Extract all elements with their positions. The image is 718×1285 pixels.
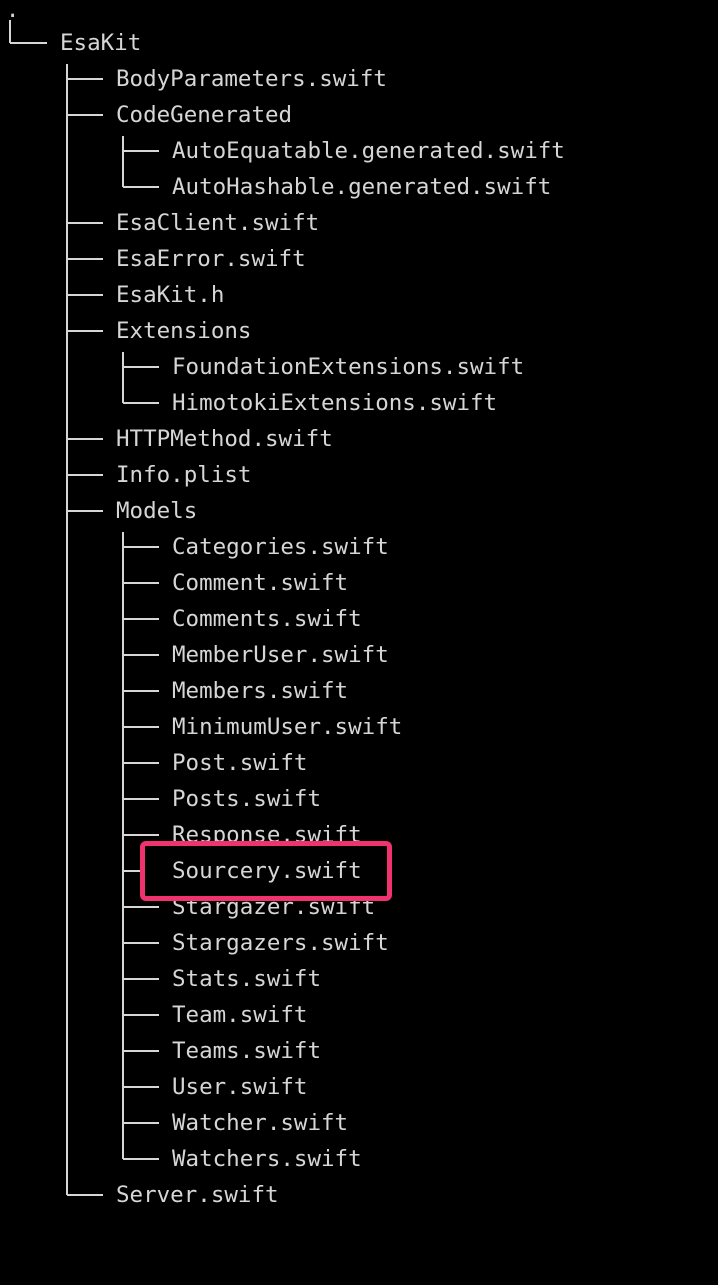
tree-row-foundation-extensions[interactable]: FoundationExtensions.swift bbox=[0, 349, 524, 385]
file-name: Categories.swift bbox=[172, 534, 389, 560]
tree-row-stargazers[interactable]: Stargazers.swift bbox=[0, 925, 389, 961]
file-name: Sourcery.swift bbox=[172, 858, 362, 884]
tree-row-post[interactable]: Post.swift bbox=[0, 745, 307, 781]
folder-name: Models bbox=[116, 498, 198, 524]
file-name: Members.swift bbox=[172, 678, 349, 704]
file-name: User.swift bbox=[172, 1074, 308, 1100]
tree-row-categories[interactable]: Categories.swift bbox=[0, 529, 389, 565]
tree-row-stats[interactable]: Stats.swift bbox=[0, 961, 321, 997]
file-name: Server.swift bbox=[116, 1182, 279, 1208]
tree-row-extensions[interactable]: Extensions bbox=[0, 313, 251, 349]
tree-row-comments[interactable]: Comments.swift bbox=[0, 601, 362, 637]
tree-row-server[interactable]: Server.swift bbox=[0, 1177, 279, 1213]
tree-row-team[interactable]: Team.swift bbox=[0, 997, 307, 1033]
file-name: Posts.swift bbox=[172, 786, 322, 812]
tree-row-watchers[interactable]: Watchers.swift bbox=[0, 1141, 362, 1177]
file-name: AutoEquatable.generated.swift bbox=[172, 138, 565, 164]
file-name: EsaKit.h bbox=[116, 282, 225, 308]
tree-row-esa-error[interactable]: EsaError.swift bbox=[0, 241, 306, 277]
file-name: Stargazers.swift bbox=[172, 930, 389, 956]
tree-row-posts[interactable]: Posts.swift bbox=[0, 781, 321, 817]
file-name: HTTPMethod.swift bbox=[116, 426, 333, 452]
file-name: Watcher.swift bbox=[172, 1110, 349, 1136]
file-name: EsaError.swift bbox=[116, 246, 306, 272]
file-name: BodyParameters.swift bbox=[116, 66, 387, 92]
file-name: FoundationExtensions.swift bbox=[172, 354, 525, 380]
tree-row-himotoki-extensions[interactable]: HimotokiExtensions.swift bbox=[0, 385, 497, 421]
tree-row-watcher[interactable]: Watcher.swift bbox=[0, 1105, 348, 1141]
file-name: Teams.swift bbox=[172, 1038, 322, 1064]
file-name: MinimumUser.swift bbox=[172, 714, 403, 740]
file-name: AutoHashable.generated.swift bbox=[172, 174, 552, 200]
tree-row-user[interactable]: User.swift bbox=[0, 1069, 307, 1105]
tree-row-esakit-h[interactable]: EsaKit.h bbox=[0, 277, 224, 313]
tree-row-member-user[interactable]: MemberUser.swift bbox=[0, 637, 389, 673]
tree-row-esakit[interactable]: EsaKit bbox=[0, 25, 141, 61]
file-name: Watchers.swift bbox=[172, 1146, 362, 1172]
file-name: HimotokiExtensions.swift bbox=[172, 390, 498, 416]
tree-row-esa-client[interactable]: EsaClient.swift bbox=[0, 205, 319, 241]
file-name: Info.plist bbox=[116, 462, 252, 488]
tree-row-code-generated[interactable]: CodeGenerated bbox=[0, 97, 292, 133]
file-name: MemberUser.swift bbox=[172, 642, 389, 668]
tree-row-comment[interactable]: Comment.swift bbox=[0, 565, 348, 601]
folder-name: CodeGenerated bbox=[116, 102, 293, 128]
file-name: Stats.swift bbox=[172, 966, 322, 992]
file-name: EsaClient.swift bbox=[116, 210, 320, 236]
file-name: Post.swift bbox=[172, 750, 308, 776]
tree-row-auto-equatable[interactable]: AutoEquatable.generated.swift bbox=[0, 133, 565, 169]
tree-row-info-plist[interactable]: Info.plist bbox=[0, 457, 251, 493]
file-name: Comment.swift bbox=[172, 570, 349, 596]
tree-row-response[interactable]: Response.swift bbox=[0, 817, 362, 853]
tree-row-models[interactable]: Models bbox=[0, 493, 197, 529]
tree-row-auto-hashable[interactable]: AutoHashable.generated.swift bbox=[0, 169, 551, 205]
tree-row-http-method[interactable]: HTTPMethod.swift bbox=[0, 421, 333, 457]
file-name: Comments.swift bbox=[172, 606, 362, 632]
folder-name: Extensions bbox=[116, 318, 252, 344]
tree-row-teams[interactable]: Teams.swift bbox=[0, 1033, 321, 1069]
tree-row-minimum-user[interactable]: MinimumUser.swift bbox=[0, 709, 402, 745]
tree-row-sourcery[interactable]: Sourcery.swift bbox=[0, 853, 362, 889]
tree-row-body-parameters[interactable]: BodyParameters.swift bbox=[0, 61, 387, 97]
terminal-window: . EsaKit BodyParameters.swift CodeGenera… bbox=[0, 0, 718, 1236]
folder-name: EsaKit bbox=[60, 30, 142, 56]
file-name: Team.swift bbox=[172, 1002, 308, 1028]
root-directory[interactable]: . bbox=[6, 0, 19, 22]
tree-row-members[interactable]: Members.swift bbox=[0, 673, 348, 709]
